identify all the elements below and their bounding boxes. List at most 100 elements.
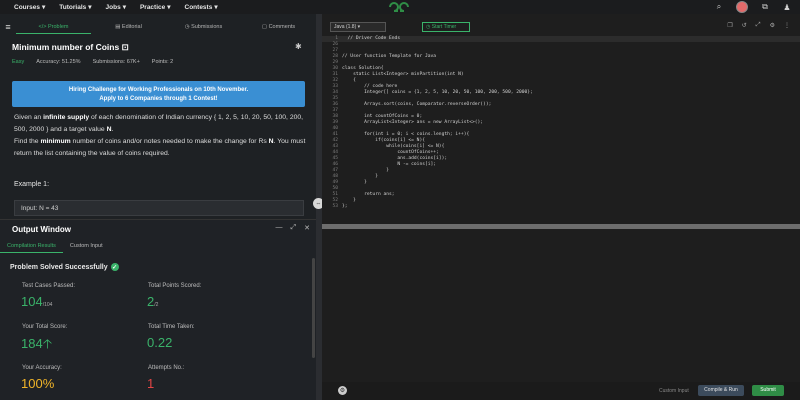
search-icon[interactable]: ⌕ xyxy=(714,2,724,12)
line-number: 51 xyxy=(332,192,338,197)
line-number: 30 xyxy=(332,66,338,71)
line-number: 32 xyxy=(332,78,338,83)
copy-icon[interactable]: ❐ xyxy=(727,22,732,29)
editor-scrollbar[interactable] xyxy=(322,224,800,229)
top-right-actions: ⌕ ⧉ ♟ xyxy=(714,1,792,13)
time-taken-value: 0.22 xyxy=(147,335,173,350)
chevron-down-icon: ▾ xyxy=(42,4,46,11)
line-number: 41 xyxy=(332,132,338,137)
line-number: 49 xyxy=(332,180,338,185)
chevron-down-icon: ▾ xyxy=(122,4,126,11)
line-number: 28 xyxy=(332,54,338,59)
settings-icon[interactable]: ⚙ xyxy=(770,22,775,29)
language-select[interactable]: Java (1.8) ▾ xyxy=(330,22,386,32)
line-number: 27 xyxy=(332,48,338,53)
attempts-label: Attempts No.: xyxy=(148,365,185,371)
theme-toggle[interactable] xyxy=(736,1,748,13)
line-text: ans.add(coins[i]); xyxy=(342,156,448,161)
line-number: 39 xyxy=(332,120,338,125)
gear-icon[interactable]: ⚙ xyxy=(338,386,347,395)
chevron-down-icon: ▾ xyxy=(167,4,171,11)
more-icon[interactable]: ⋮ xyxy=(784,22,790,29)
hiring-banner[interactable]: Hiring Challenge for Working Professiona… xyxy=(12,81,305,107)
arrow-up-icon: 🡡 xyxy=(42,336,53,351)
nav-contests[interactable]: Contests ▾ xyxy=(185,3,218,12)
nav-practice[interactable]: Practice ▾ xyxy=(140,3,171,12)
test-cases-label: Test Cases Passed: xyxy=(22,283,76,289)
line-number: 48 xyxy=(332,174,338,179)
accuracy-value: 100% xyxy=(21,376,55,391)
output-window-title: Output Window xyxy=(12,225,72,234)
line-text: if(coins[i] <= N){ xyxy=(342,138,425,143)
test-cases-value: 104/104 xyxy=(21,294,53,309)
compile-run-button[interactable]: Compile & Run xyxy=(698,385,744,396)
tab-editorial[interactable]: ▤ Editorial xyxy=(91,21,166,33)
minimize-icon[interactable]: — xyxy=(276,224,283,232)
output-window: Output Window — ⤢ ✕ Compilation Results … xyxy=(0,219,316,400)
line-text: } xyxy=(342,198,356,203)
comment-icon: ▢ xyxy=(261,24,269,30)
example-heading: Example 1: xyxy=(14,181,50,188)
line-text: Arrays.sort(coins, Comparator.reverseOrd… xyxy=(342,102,492,107)
user-avatar-icon[interactable]: ♟ xyxy=(782,2,792,12)
translate-icon[interactable]: ⧉ xyxy=(760,2,770,12)
line-text: } xyxy=(342,180,367,185)
tab-compilation-results[interactable]: Compilation Results xyxy=(0,240,63,253)
line-text: }; xyxy=(342,204,348,209)
points-scored-value: 2/2 xyxy=(147,294,159,309)
problem-tabs: ≡ </> Problem ▤ Editorial ◷ Submissions … xyxy=(0,21,316,34)
line-number: 43 xyxy=(332,144,338,149)
line-number: 52 xyxy=(332,198,338,203)
line-number: 44 xyxy=(332,150,338,155)
chevron-down-icon: ▾ xyxy=(88,4,92,11)
tab-problem[interactable]: </> Problem xyxy=(16,21,91,34)
difficulty-badge: Easy xyxy=(12,59,25,65)
tab-submissions[interactable]: ◷ Submissions xyxy=(166,21,241,33)
accuracy-text: Accuracy: 51.25% xyxy=(36,59,81,65)
output-tabs: Compilation Results Custom Input xyxy=(0,240,316,253)
editor-actions: ❐ ↺ ⤢ ⚙ ⋮ xyxy=(727,22,790,29)
editor-bottom-bar: ⚙ Custom Input Compile & Run Submit xyxy=(322,382,800,400)
output-scrollbar[interactable] xyxy=(312,258,315,358)
line-text: countOfCoins++; xyxy=(342,150,439,155)
tab-custom-input[interactable]: Custom Input xyxy=(63,240,110,253)
input-value: N = 43 xyxy=(39,205,59,212)
line-text: while(coins[i] <= N){ xyxy=(342,144,445,149)
nav-tutorials[interactable]: Tutorials ▾ xyxy=(59,3,92,12)
line-number: 37 xyxy=(332,108,338,113)
points-text: Points: 2 xyxy=(151,59,174,65)
code-area[interactable]: 1 // Driver Code Ends 26 27 28 // User funct… xyxy=(322,36,800,229)
accuracy-label: Your Accuracy: xyxy=(22,365,62,371)
main-nav: Courses ▾ Tutorials ▾ Jobs ▾ Practice ▾ Cont… xyxy=(14,3,218,12)
code-line[interactable]: 53}; xyxy=(322,204,800,210)
submit-button[interactable]: Submit xyxy=(752,385,784,396)
editor-toolbar: Java (1.8) ▾ ◷ Start Timer ❐ ↺ ⤢ ⚙ ⋮ xyxy=(322,20,800,34)
line-text: int countOfCoins = 0; xyxy=(342,114,423,119)
editorial-icon: ▤ xyxy=(115,24,122,30)
fullscreen-icon[interactable]: ⤢ xyxy=(756,22,761,29)
problem-meta: Easy Accuracy: 51.25% Submissions: 67K+ … xyxy=(12,59,173,65)
custom-input-link[interactable]: Custom Input xyxy=(659,388,689,394)
nav-courses[interactable]: Courses ▾ xyxy=(14,3,46,12)
line-text: // User function Template for Java xyxy=(342,54,437,59)
bookmark-icon[interactable]: ⊡ xyxy=(122,42,129,52)
start-timer-button[interactable]: ◷ Start Timer xyxy=(422,22,470,32)
close-icon[interactable]: ✕ xyxy=(304,224,310,232)
gfg-logo-icon[interactable] xyxy=(388,1,410,13)
nav-jobs[interactable]: Jobs ▾ xyxy=(106,3,126,12)
chevron-down-icon: ▾ xyxy=(357,24,361,30)
banner-line-2: Apply to 6 Companies through 1 Contest! xyxy=(99,96,218,102)
line-text: class Solution{ xyxy=(342,66,384,71)
expand-icon[interactable]: ⤢ xyxy=(291,224,297,232)
line-text: N -= coins[i]; xyxy=(342,162,437,167)
report-bug-icon[interactable]: ✱ xyxy=(295,42,302,51)
reset-icon[interactable]: ↺ xyxy=(742,22,747,29)
tab-comments[interactable]: ▢ Comments xyxy=(241,21,316,33)
line-number: 40 xyxy=(332,126,338,131)
total-score-label: Your Total Score: xyxy=(22,324,68,330)
line-number: 45 xyxy=(332,156,338,161)
menu-icon[interactable]: ≡ xyxy=(0,22,16,32)
banner-line-1: Hiring Challenge for Working Professiona… xyxy=(68,87,249,93)
line-number: 1 xyxy=(335,36,338,41)
line-text: ArrayList<Integer> ans = new ArrayList<>… xyxy=(342,120,484,125)
